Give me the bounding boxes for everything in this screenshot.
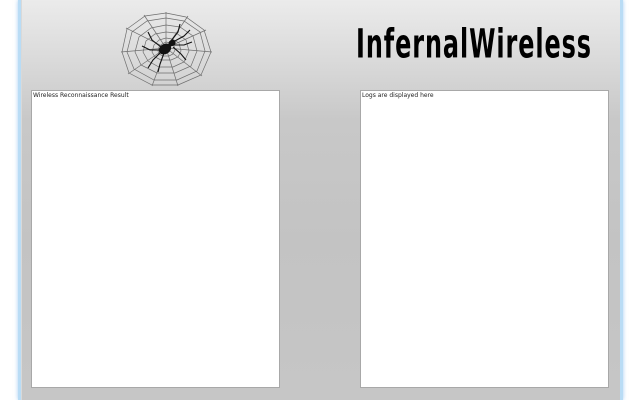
spider-web-icon: [118, 10, 214, 88]
recon-results-label: Wireless Reconnaissance Result: [33, 92, 129, 99]
window-edge: [21, 0, 22, 400]
logs-label: Logs are displayed here: [362, 92, 434, 99]
app-title-text: InfernalWireless Suit: [356, 21, 592, 69]
app-title: InfernalWireless Suit: [356, 18, 592, 72]
recon-results-panel[interactable]: Wireless Reconnaissance Result: [31, 90, 280, 388]
logs-panel[interactable]: Logs are displayed here: [360, 90, 609, 388]
